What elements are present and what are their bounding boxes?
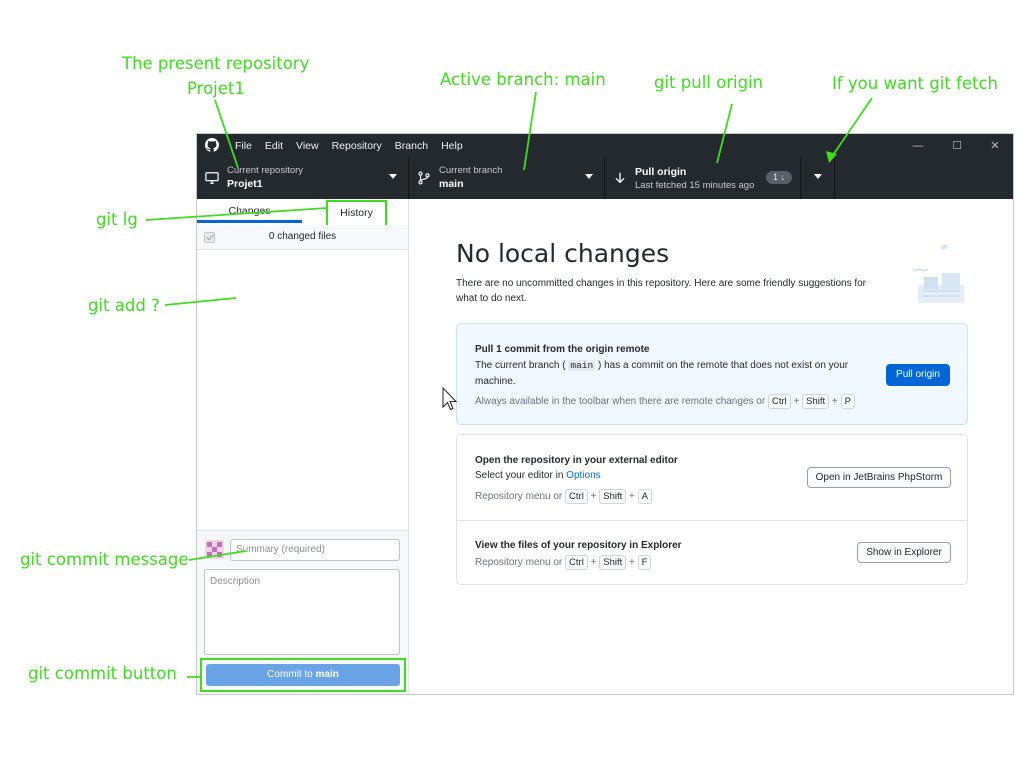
editor-card-text-prefix: Select your editor in	[475, 470, 567, 481]
pull-card-text: The current branch ( main ) has a commit…	[475, 358, 875, 390]
title-bar: File Edit View Repository Branch Help — …	[197, 134, 1013, 157]
menu-branch[interactable]: Branch	[395, 140, 428, 152]
menu-repository[interactable]: Repository	[332, 140, 382, 152]
annotation-active-branch: Active branch: main	[440, 70, 606, 89]
commit-button-prefix: Commit to	[267, 669, 316, 680]
avatar	[205, 540, 224, 559]
changed-files-header: 0 changed files	[197, 225, 408, 250]
chevron-down-icon	[814, 174, 822, 179]
fetch-dropdown-button[interactable]	[801, 157, 835, 199]
pull-card-text-before: The current branch (	[475, 360, 566, 371]
monitor-icon	[205, 172, 219, 184]
editor-card-title: Open the repository in your external edi…	[475, 455, 678, 466]
arrow-down-icon	[615, 172, 625, 184]
illustration-icon	[913, 244, 964, 303]
annotation-git-add: git add ?	[88, 296, 160, 315]
explorer-card-hint-text: Repository menu or	[475, 557, 563, 568]
sidebar: Changes History 0 changed files Summary …	[197, 199, 409, 694]
close-button[interactable]: ✕	[976, 134, 1014, 157]
options-link[interactable]: Options	[566, 470, 600, 481]
chevron-down-icon	[389, 174, 397, 179]
kbd-f: F	[637, 555, 652, 570]
kbd-ctrl: Ctrl	[565, 489, 588, 504]
pull-card-branch-code: main	[568, 360, 596, 371]
screenshot-page: The present repository Projet1 Active br…	[0, 0, 1024, 768]
main-content: No local changes There are no uncommitte…	[410, 199, 1013, 694]
chevron-down-icon	[585, 174, 593, 179]
page-title: No local changes	[456, 239, 670, 268]
pull-origin-card-button[interactable]: Pull origin	[886, 364, 950, 386]
pull-origin-label: Pull origin	[635, 166, 687, 178]
maximize-button[interactable]: ☐	[938, 134, 976, 157]
page-description: There are no uncommitted changes in this…	[456, 278, 867, 304]
current-repository-label: Current repository	[227, 165, 304, 176]
commit-panel: Summary (required) Description Commit to…	[197, 530, 408, 694]
kbd-ctrl: Ctrl	[565, 555, 588, 570]
branch-icon	[418, 171, 430, 185]
summary-input[interactable]: Summary (required)	[230, 539, 400, 561]
menu-help[interactable]: Help	[441, 140, 463, 152]
show-in-explorer-button[interactable]: Show in Explorer	[857, 542, 951, 563]
kbd-p: P	[840, 394, 855, 409]
annotation-git-lg: git lg	[96, 210, 138, 229]
commit-button-branch: main	[315, 669, 339, 680]
toolbar: Current repository Projet1 Current branc…	[197, 157, 1013, 199]
annotation-commit-message: git commit message	[20, 550, 189, 569]
card-divider	[457, 520, 967, 521]
tab-history[interactable]: History	[326, 200, 387, 227]
description-input[interactable]: Description	[204, 569, 400, 655]
current-repository-value: Projet1	[227, 178, 263, 190]
editor-card-hint-text: Repository menu or	[475, 491, 563, 502]
pull-card-hint: Always available in the toolbar when the…	[475, 394, 855, 409]
commit-button[interactable]: Commit to main	[206, 664, 400, 686]
menu-view[interactable]: View	[296, 140, 319, 152]
last-fetched-text: Last fetched 15 minutes ago	[635, 180, 755, 191]
pull-card-hint-text: Always available in the toolbar when the…	[475, 396, 766, 407]
editor-card-hint: Repository menu or Ctrl + Shift + A	[475, 489, 652, 504]
minimize-button[interactable]: —	[899, 134, 937, 157]
current-branch-dropdown[interactable]: Current branch main	[409, 157, 605, 199]
kbd-a: A	[637, 489, 652, 504]
kbd-shift: Shift	[802, 394, 830, 409]
pull-origin-card: Pull 1 commit from the origin remote The…	[456, 323, 968, 425]
current-branch-label: Current branch	[439, 165, 503, 176]
annotation-repo-line1: The present repository	[122, 54, 310, 73]
annotation-git-fetch: If you want git fetch	[832, 74, 998, 93]
kbd-shift: Shift	[599, 489, 627, 504]
kbd-shift: Shift	[599, 555, 627, 570]
editor-card-text: Select your editor in Options	[475, 468, 601, 484]
menu-file[interactable]: File	[235, 140, 252, 152]
menu-bar: File Edit View Repository Branch Help	[235, 134, 476, 157]
suggestions-card: Open the repository in your external edi…	[456, 434, 968, 585]
tab-changes[interactable]: Changes	[197, 199, 302, 223]
annotation-repo-line2: Projet1	[187, 79, 245, 98]
changed-files-count: 0 changed files	[268, 231, 337, 242]
annotation-commit-button: git commit button	[28, 664, 177, 683]
current-branch-value: main	[439, 178, 464, 190]
explorer-card-hint: Repository menu or Ctrl + Shift + F	[475, 555, 652, 570]
explorer-card-title: View the files of your repository in Exp…	[475, 540, 682, 551]
github-desktop-window: File Edit View Repository Branch Help — …	[196, 133, 1014, 695]
incoming-commits-badge: 1 ↓	[766, 171, 792, 184]
commit-button-highlight: Commit to main	[200, 658, 406, 692]
current-repository-dropdown[interactable]: Current repository Projet1	[197, 157, 409, 199]
annotation-git-pull: git pull origin	[654, 73, 764, 92]
pull-card-title: Pull 1 commit from the origin remote	[475, 344, 650, 355]
menu-edit[interactable]: Edit	[265, 140, 283, 152]
open-in-editor-button[interactable]: Open in JetBrains PhpStorm	[807, 467, 951, 488]
kbd-ctrl: Ctrl	[767, 394, 791, 409]
github-logo-icon	[205, 138, 219, 152]
